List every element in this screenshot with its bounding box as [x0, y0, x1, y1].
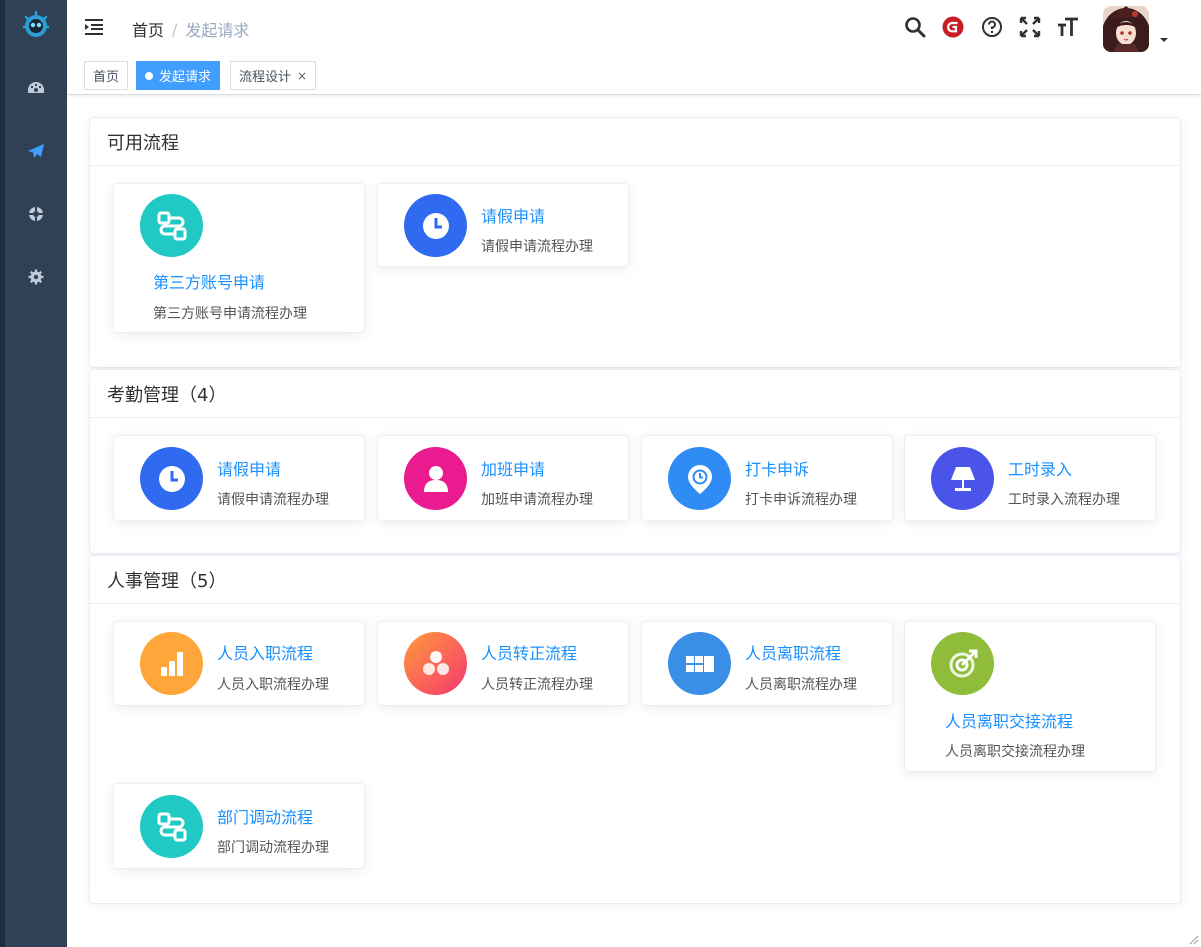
- process-card[interactable]: 人员离职交接流程 人员离职交接流程办理: [904, 621, 1156, 772]
- section-title: 考勤管理（4）: [90, 370, 1180, 418]
- breadcrumb-separator: /: [172, 19, 178, 39]
- process-title[interactable]: 工时录入: [1008, 456, 1072, 480]
- three-circles-icon: [404, 632, 467, 695]
- process-desc: 人员入职流程办理: [217, 677, 329, 693]
- process-title[interactable]: 第三方账号申请: [153, 269, 265, 293]
- process-desc: 人员离职交接流程办理: [945, 744, 1085, 760]
- avatar[interactable]: [1103, 6, 1149, 52]
- clock-icon: [404, 194, 467, 257]
- process-card[interactable]: 人员转正流程 人员转正流程办理: [377, 621, 629, 706]
- breadcrumb-current: 发起请求: [185, 21, 250, 40]
- font-size-icon[interactable]: [1056, 15, 1080, 39]
- process-section: 考勤管理（4） 请假申请 请假申请流程办理 加班申请 加班申请流程办理 打卡申诉…: [89, 369, 1181, 554]
- clock-icon: [140, 447, 203, 510]
- flow-icon: [140, 194, 203, 257]
- gitee-icon[interactable]: [941, 15, 965, 39]
- process-card[interactable]: 请假申请 请假申请流程办理: [113, 435, 365, 521]
- process-desc: 加班申请流程办理: [481, 492, 593, 508]
- process-desc: 人员离职流程办理: [745, 677, 857, 693]
- process-desc: 部门调动流程办理: [217, 840, 329, 856]
- process-title[interactable]: 加班申请: [481, 456, 545, 480]
- grid-blocks-icon: [668, 632, 731, 695]
- location-clock-icon: [668, 447, 731, 510]
- process-desc: 请假申请流程办理: [481, 239, 593, 255]
- lifebuoy-icon[interactable]: [22, 200, 50, 228]
- process-desc: 工时录入流程办理: [1008, 492, 1120, 508]
- tag-label: 首页: [93, 70, 120, 85]
- process-title[interactable]: 人员离职交接流程: [945, 708, 1073, 732]
- lamp-icon: [931, 447, 994, 510]
- section-title: 人事管理（5）: [90, 556, 1180, 604]
- gear-icon[interactable]: [22, 263, 50, 291]
- section-title: 可用流程: [90, 118, 1180, 166]
- process-card[interactable]: 人员入职流程 人员入职流程办理: [113, 621, 365, 706]
- sidebar: [0, 0, 67, 947]
- process-card[interactable]: 请假申请 请假申请流程办理: [377, 183, 629, 267]
- process-desc: 人员转正流程办理: [481, 677, 593, 693]
- process-card[interactable]: 打卡申诉 打卡申诉流程办理: [641, 435, 893, 521]
- search-icon[interactable]: [903, 15, 927, 39]
- tag-start-request[interactable]: 发起请求: [136, 61, 221, 90]
- tag-active-dot: [145, 71, 153, 80]
- process-title[interactable]: 部门调动流程: [217, 804, 313, 828]
- process-desc: 第三方账号申请流程办理: [153, 306, 307, 322]
- process-desc: 打卡申诉流程办理: [745, 492, 857, 508]
- close-icon[interactable]: ×: [297, 69, 307, 83]
- tag-home[interactable]: 首页: [84, 61, 129, 90]
- bar-chart-icon: [140, 632, 203, 695]
- process-card[interactable]: 部门调动流程 部门调动流程办理: [113, 783, 365, 869]
- dashboard-icon[interactable]: [22, 74, 50, 102]
- process-card[interactable]: 人员离职流程 人员离职流程办理: [641, 621, 893, 706]
- tag-flow-design[interactable]: 流程设计 ×: [230, 61, 317, 90]
- process-title[interactable]: 请假申请: [217, 456, 281, 480]
- chevron-down-icon[interactable]: [1159, 36, 1169, 44]
- process-title[interactable]: 请假申请: [481, 203, 545, 227]
- navbar: 首页 / 发起请求: [67, 0, 1201, 56]
- flow-icon: [140, 795, 203, 858]
- target-icon: [931, 632, 994, 695]
- process-title[interactable]: 人员转正流程: [481, 640, 577, 664]
- process-desc: 请假申请流程办理: [217, 492, 329, 508]
- process-title[interactable]: 人员入职流程: [217, 640, 313, 664]
- tag-label: 流程设计: [239, 70, 292, 85]
- question-icon[interactable]: [980, 15, 1004, 39]
- tag-label: 发起请求: [159, 70, 212, 85]
- user-icon: [404, 447, 467, 510]
- process-section: 人事管理（5） 人员入职流程 人员入职流程办理 人员转正流程 人员转正流程办理 …: [89, 555, 1181, 904]
- process-card[interactable]: 第三方账号申请 第三方账号申请流程办理: [113, 183, 365, 333]
- breadcrumb: 首页 / 发起请求: [132, 17, 249, 41]
- process-card[interactable]: 工时录入 工时录入流程办理: [904, 435, 1156, 521]
- fullscreen-icon[interactable]: [1018, 15, 1042, 39]
- resize-handle-icon[interactable]: [1187, 933, 1199, 945]
- menu-fold-icon[interactable]: [83, 16, 105, 38]
- logo-icon[interactable]: [20, 9, 52, 41]
- sidebar-edge: [0, 0, 5, 947]
- send-icon[interactable]: [22, 137, 50, 165]
- tags-view: 首页 发起请求 流程设计 ×: [67, 57, 1201, 95]
- process-title[interactable]: 打卡申诉: [745, 456, 809, 480]
- process-title[interactable]: 人员离职流程: [745, 640, 841, 664]
- process-section: 可用流程 第三方账号申请 第三方账号申请流程办理 请假申请 请假申请流程办理: [89, 117, 1181, 368]
- process-card[interactable]: 加班申请 加班申请流程办理: [377, 435, 629, 521]
- breadcrumb-home[interactable]: 首页: [132, 17, 164, 41]
